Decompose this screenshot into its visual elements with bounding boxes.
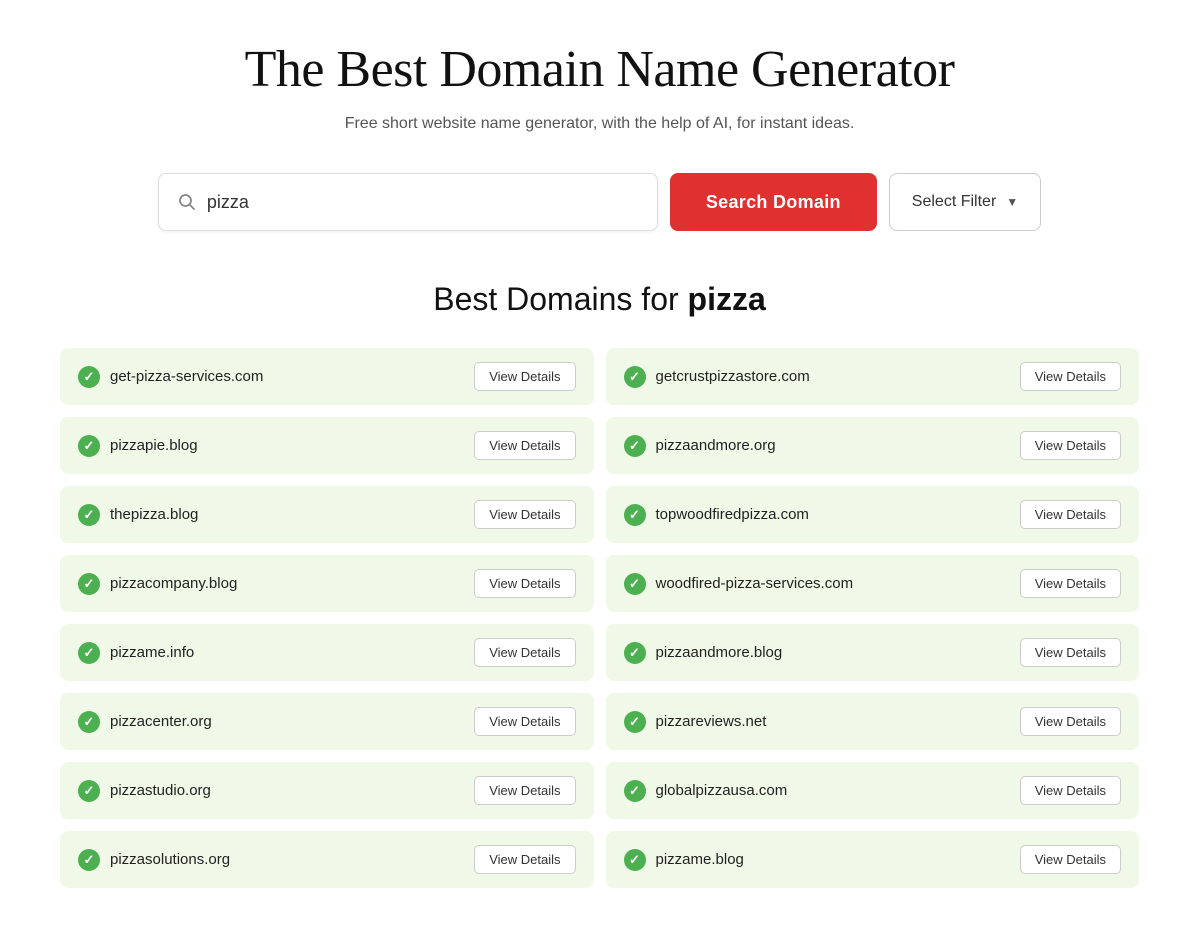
- view-details-button[interactable]: View Details: [474, 569, 575, 598]
- domain-left: thepizza.blog: [78, 504, 198, 526]
- domain-row: get-pizza-services.com View Details: [60, 348, 594, 405]
- domain-left: topwoodfiredpizza.com: [624, 504, 809, 526]
- view-details-button[interactable]: View Details: [1020, 431, 1121, 460]
- view-details-button[interactable]: View Details: [474, 638, 575, 667]
- view-details-button[interactable]: View Details: [474, 845, 575, 874]
- domain-row: pizzareviews.net View Details: [606, 693, 1140, 750]
- available-icon: [624, 435, 646, 457]
- domain-row: pizzacenter.org View Details: [60, 693, 594, 750]
- domain-name: pizzacenter.org: [110, 713, 212, 730]
- available-icon: [78, 849, 100, 871]
- domain-name: globalpizzausa.com: [656, 782, 788, 799]
- domain-name: pizzastudio.org: [110, 782, 211, 799]
- domain-left: pizzacenter.org: [78, 711, 212, 733]
- available-icon: [78, 366, 100, 388]
- domain-row: thepizza.blog View Details: [60, 486, 594, 543]
- domain-left: pizzasolutions.org: [78, 849, 230, 871]
- domain-left: pizzacompany.blog: [78, 573, 237, 595]
- available-icon: [624, 711, 646, 733]
- domain-row: pizzame.info View Details: [60, 624, 594, 681]
- view-details-button[interactable]: View Details: [474, 500, 575, 529]
- domain-row: topwoodfiredpizza.com View Details: [606, 486, 1140, 543]
- domain-name: thepizza.blog: [110, 506, 198, 523]
- domain-row: pizzasolutions.org View Details: [60, 831, 594, 888]
- domain-left: get-pizza-services.com: [78, 366, 263, 388]
- domain-row: pizzacompany.blog View Details: [60, 555, 594, 612]
- domain-left: pizzame.info: [78, 642, 194, 664]
- view-details-button[interactable]: View Details: [474, 776, 575, 805]
- domain-name: pizzasolutions.org: [110, 851, 230, 868]
- domain-name: topwoodfiredpizza.com: [656, 506, 809, 523]
- filter-button[interactable]: Select Filter ▼: [889, 173, 1041, 231]
- view-details-button[interactable]: View Details: [1020, 638, 1121, 667]
- search-section: Search Domain Select Filter ▼: [60, 173, 1139, 231]
- view-details-button[interactable]: View Details: [1020, 500, 1121, 529]
- domain-row: woodfired-pizza-services.com View Detail…: [606, 555, 1140, 612]
- domain-left: pizzame.blog: [624, 849, 744, 871]
- domain-row: pizzapie.blog View Details: [60, 417, 594, 474]
- domain-row: globalpizzausa.com View Details: [606, 762, 1140, 819]
- domain-left: pizzastudio.org: [78, 780, 211, 802]
- domain-name: pizzame.blog: [656, 851, 744, 868]
- search-input[interactable]: [207, 192, 639, 213]
- view-details-button[interactable]: View Details: [1020, 776, 1121, 805]
- available-icon: [78, 435, 100, 457]
- available-icon: [78, 780, 100, 802]
- available-icon: [624, 849, 646, 871]
- available-icon: [624, 780, 646, 802]
- domain-left: pizzareviews.net: [624, 711, 767, 733]
- domain-row: pizzaandmore.blog View Details: [606, 624, 1140, 681]
- domain-name: getcrustpizzastore.com: [656, 368, 810, 385]
- domain-row: pizzastudio.org View Details: [60, 762, 594, 819]
- domain-left: pizzapie.blog: [78, 435, 198, 457]
- domain-left: globalpizzausa.com: [624, 780, 788, 802]
- view-details-button[interactable]: View Details: [1020, 845, 1121, 874]
- chevron-down-icon: ▼: [1006, 195, 1018, 209]
- view-details-button[interactable]: View Details: [474, 707, 575, 736]
- view-details-button[interactable]: View Details: [474, 362, 575, 391]
- search-box: [158, 173, 658, 231]
- view-details-button[interactable]: View Details: [1020, 707, 1121, 736]
- page-title: The Best Domain Name Generator: [60, 40, 1139, 99]
- available-icon: [624, 642, 646, 664]
- domain-name: pizzareviews.net: [656, 713, 767, 730]
- available-icon: [78, 504, 100, 526]
- search-icon: [177, 192, 197, 212]
- domain-name: pizzacompany.blog: [110, 575, 237, 592]
- available-icon: [624, 366, 646, 388]
- domain-left: pizzaandmore.org: [624, 435, 776, 457]
- domain-name: pizzapie.blog: [110, 437, 198, 454]
- view-details-button[interactable]: View Details: [474, 431, 575, 460]
- domain-row: getcrustpizzastore.com View Details: [606, 348, 1140, 405]
- domain-row: pizzame.blog View Details: [606, 831, 1140, 888]
- available-icon: [78, 711, 100, 733]
- domain-name: pizzame.info: [110, 644, 194, 661]
- view-details-button[interactable]: View Details: [1020, 362, 1121, 391]
- domain-name: woodfired-pizza-services.com: [656, 575, 854, 592]
- search-domain-button[interactable]: Search Domain: [670, 173, 877, 231]
- hero-subtitle: Free short website name generator, with …: [60, 115, 1139, 133]
- domain-name: get-pizza-services.com: [110, 368, 263, 385]
- available-icon: [624, 504, 646, 526]
- available-icon: [78, 573, 100, 595]
- domain-left: woodfired-pizza-services.com: [624, 573, 854, 595]
- domain-left: getcrustpizzastore.com: [624, 366, 810, 388]
- filter-label: Select Filter: [912, 193, 996, 211]
- available-icon: [624, 573, 646, 595]
- available-icon: [78, 642, 100, 664]
- domains-grid: get-pizza-services.com View Details getc…: [60, 348, 1139, 888]
- view-details-button[interactable]: View Details: [1020, 569, 1121, 598]
- domain-row: pizzaandmore.org View Details: [606, 417, 1140, 474]
- domain-name: pizzaandmore.blog: [656, 644, 783, 661]
- domain-left: pizzaandmore.blog: [624, 642, 783, 664]
- results-heading: Best Domains for pizza: [60, 281, 1139, 318]
- domain-name: pizzaandmore.org: [656, 437, 776, 454]
